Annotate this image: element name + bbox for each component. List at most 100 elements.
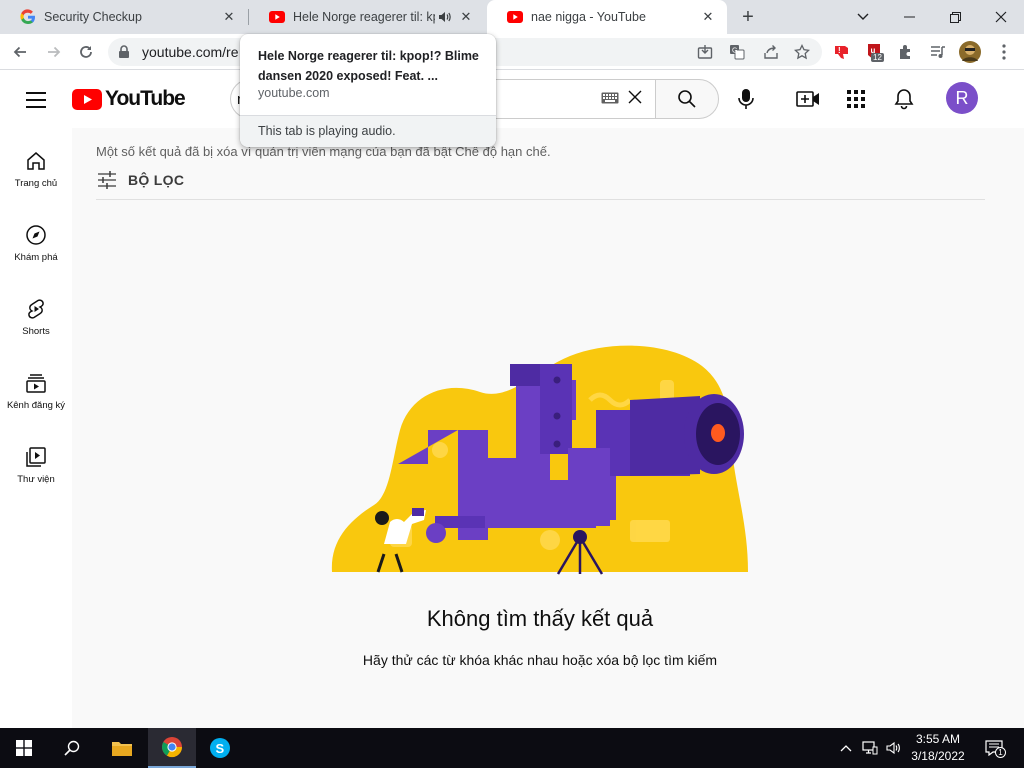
tab-security-checkup[interactable]: Security Checkup ✕ [0, 0, 248, 34]
google-icon [20, 9, 36, 25]
media-control-icon[interactable] [926, 40, 950, 64]
svg-text:G: G [732, 48, 737, 55]
chevron-down-icon [857, 13, 869, 20]
search-icon [64, 740, 80, 756]
extension-badge: 12 [871, 53, 884, 62]
clock-time: 3:55 AM [915, 732, 961, 746]
skype-taskbar-button[interactable]: S [196, 728, 244, 768]
library-icon [26, 447, 46, 467]
chrome-icon [162, 737, 183, 758]
sidebar-item-label: Shorts [22, 326, 50, 337]
microphone-icon [738, 89, 754, 109]
sidebar-item-label: Khám phá [14, 252, 58, 263]
tab-nae-youtube[interactable]: nae nigga - YouTube ✕ [487, 0, 727, 34]
taskbar-search-button[interactable] [48, 728, 96, 768]
extensions-puzzle-icon[interactable] [894, 40, 918, 64]
bookmark-star-icon[interactable] [793, 43, 811, 61]
chrome-menu-icon[interactable] [992, 40, 1016, 64]
tab-strip: Security Checkup ✕ Hele Norge reagerer t… [0, 0, 1024, 34]
sidebar-item-home[interactable]: Trang chủ [0, 134, 72, 204]
bell-icon [894, 89, 914, 110]
sidebar-item-explore[interactable]: Khám phá [0, 208, 72, 278]
folder-icon [112, 742, 132, 756]
filter-label: BỘ LỌC [128, 172, 185, 188]
new-tab-button[interactable]: + [736, 5, 760, 29]
show-hidden-icons-icon[interactable] [836, 738, 856, 758]
subscriptions-icon [26, 374, 46, 393]
install-app-icon[interactable] [696, 43, 714, 61]
reload-icon [80, 46, 92, 58]
no-results-subtitle: Hãy thử các từ khóa khác nhau hoặc xóa b… [362, 652, 718, 668]
filter-button[interactable]: BỘ LỌC [96, 170, 184, 190]
sidebar-item-library[interactable]: Thư viện [0, 430, 72, 500]
menu-icon[interactable] [24, 89, 48, 109]
dislike-extension-icon[interactable]: ! [830, 40, 854, 64]
sidebar-item-subscriptions[interactable]: Kênh đăng ký [0, 356, 72, 426]
sidebar-item-shorts[interactable]: Shorts [0, 282, 72, 352]
share-icon[interactable] [762, 43, 780, 61]
hover-card-audio-status: This tab is playing audio. [240, 115, 496, 147]
adblock-extension-icon[interactable]: u 12 [862, 40, 886, 64]
speaker-icon[interactable] [435, 8, 453, 26]
tab-close-icon[interactable]: ✕ [220, 8, 238, 26]
chrome-taskbar-button[interactable] [148, 728, 196, 768]
shorts-icon [28, 299, 44, 319]
tab-hele-norge[interactable]: Hele Norge reagerer til: kpop!? Blime da… [249, 0, 485, 34]
hover-card-title: Hele Norge reagerer til: kpop!? Blime da… [258, 49, 479, 83]
sidebar-item-label: Thư viện [17, 474, 55, 485]
search-icon [678, 90, 696, 108]
forward-arrow-icon [48, 46, 61, 58]
minimize-button[interactable] [886, 0, 932, 34]
svg-text:!: ! [838, 46, 841, 55]
tab-search-button[interactable] [840, 0, 886, 34]
apps-grid-button[interactable] [842, 85, 870, 113]
start-button[interactable] [0, 728, 48, 768]
home-icon [27, 152, 45, 170]
keyboard-icon [601, 92, 619, 104]
account-avatar[interactable]: R [946, 82, 978, 114]
search-button[interactable] [655, 79, 719, 119]
youtube-icon [507, 9, 523, 25]
notification-count-badge: 1 [995, 747, 1006, 758]
tab-close-icon[interactable]: ✕ [457, 8, 475, 26]
notifications-button[interactable] [890, 85, 918, 113]
volume-icon[interactable] [884, 738, 904, 758]
create-video-icon [796, 91, 819, 107]
file-explorer-button[interactable] [98, 728, 146, 768]
close-icon [995, 11, 1007, 23]
tab-close-icon[interactable]: ✕ [699, 8, 717, 26]
tab-hover-card: Hele Norge reagerer til: kpop!? Blime da… [240, 34, 496, 147]
sidebar-item-label: Kênh đăng ký [6, 400, 66, 411]
translate-icon[interactable]: G [728, 43, 746, 61]
action-center-icon[interactable]: 1 [984, 738, 1006, 758]
create-video-button[interactable] [794, 85, 822, 113]
network-icon[interactable] [860, 738, 880, 758]
clear-search-icon[interactable] [627, 89, 643, 110]
sidebar-item-label: Trang chủ [14, 178, 58, 189]
back-button[interactable] [6, 38, 34, 66]
voice-search-button[interactable] [730, 83, 762, 115]
youtube-mini-guide: Trang chủ Khám phá Shorts Kênh đăng ký T… [0, 128, 72, 728]
divider [96, 199, 985, 200]
no-results-title: Không tìm thấy kết quả [426, 606, 654, 631]
tab-title: Hele Norge reagerer til: kpop!? Blime da… [293, 10, 435, 24]
apps-grid-icon [847, 90, 865, 108]
profile-avatar-icon[interactable] [958, 40, 982, 64]
clock-date: 3/18/2022 [911, 749, 965, 763]
youtube-logo[interactable]: YouTube [72, 87, 186, 110]
youtube-masthead: YouTube n R [0, 70, 1024, 128]
no-results-illustration [331, 345, 748, 575]
hover-card-domain: youtube.com [258, 86, 330, 100]
windows-taskbar: S 3:55 AM 3/18/2022 1 [0, 728, 1024, 768]
youtube-icon [269, 9, 285, 25]
close-window-button[interactable] [978, 0, 1024, 34]
restore-button[interactable] [932, 0, 978, 34]
skype-icon: S [210, 738, 230, 758]
lock-icon [119, 45, 129, 58]
forward-button[interactable] [40, 38, 68, 66]
system-clock[interactable]: 3:55 AM 3/18/2022 [908, 731, 968, 765]
logo-wordmark: YouTube [105, 87, 186, 110]
restore-icon [949, 11, 961, 23]
reload-button[interactable] [72, 38, 100, 66]
svg-text:S: S [216, 741, 225, 756]
